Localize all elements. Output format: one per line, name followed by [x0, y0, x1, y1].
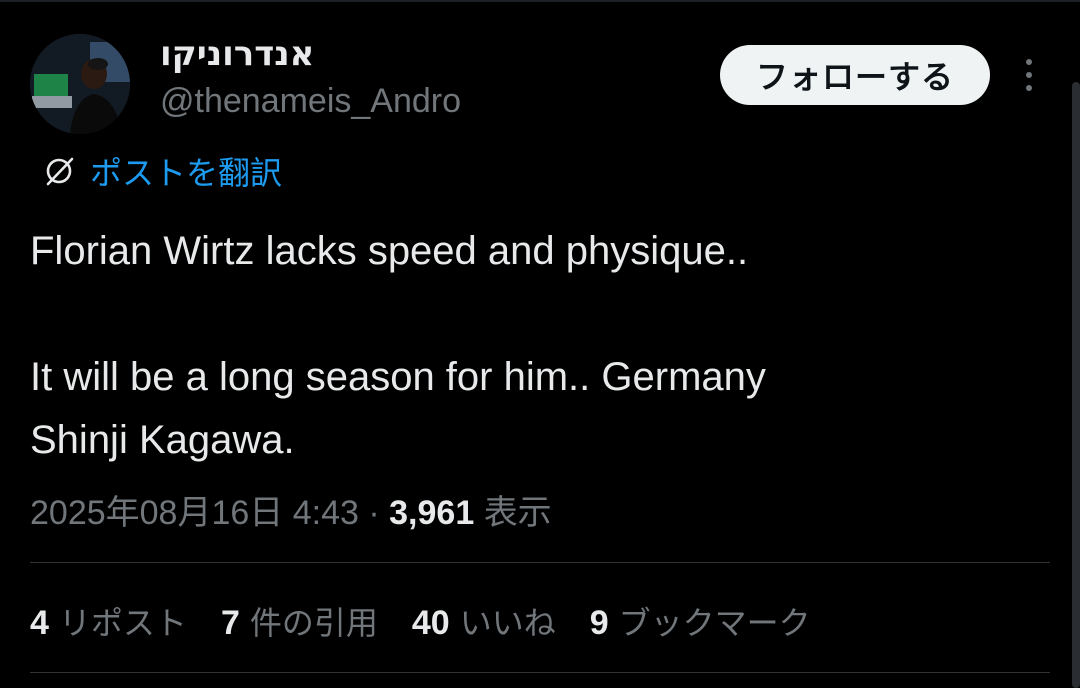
stat-bookmarks[interactable]: 9 ブックマーク	[590, 598, 811, 644]
timestamp[interactable]: 2025年08月16日 4:43	[30, 494, 359, 532]
stat-label: ブックマーク	[618, 604, 811, 642]
avatar[interactable]	[30, 34, 130, 134]
divider	[30, 562, 1050, 563]
engagement-stats: 4 リポスト 7 件の引用 40 いいね 9 ブックマーク	[30, 598, 845, 644]
stat-quotes[interactable]: 7 件の引用	[221, 598, 378, 644]
stat-reposts[interactable]: 4 リポスト	[30, 598, 187, 644]
follow-button[interactable]: フォローする	[720, 45, 990, 105]
user-handle[interactable]: @thenameis_Andro	[160, 82, 461, 121]
stat-label: リポスト	[58, 604, 187, 642]
views-count: 3,961	[389, 494, 475, 532]
stat-count: 4	[30, 604, 49, 642]
stat-count: 7	[220, 604, 240, 642]
stat-likes[interactable]: 40 いいね	[412, 598, 556, 644]
scrollbar[interactable]	[1072, 82, 1080, 688]
globe-slash-icon	[46, 157, 74, 186]
stat-count: 9	[589, 604, 609, 642]
meta-separator: ·	[368, 494, 380, 532]
display-name[interactable]: אנדרוניקו	[160, 34, 314, 74]
tweet-meta: 2025年08月16日 4:43 · 3,961 表示	[30, 485, 552, 534]
tweet-text: Florian Wirtz lacks speed and physique..…	[30, 229, 766, 462]
divider	[30, 672, 1050, 673]
stat-count: 40	[411, 604, 450, 642]
translate-post-link[interactable]: ポストを翻訳	[42, 148, 282, 194]
views-label: 表示	[483, 494, 552, 532]
stat-label: いいね	[459, 604, 556, 642]
avatar-image	[30, 34, 130, 134]
translate-label: ポストを翻訳	[90, 154, 283, 192]
top-divider	[0, 0, 1080, 2]
more-options-icon[interactable]	[1014, 55, 1044, 95]
stat-label: 件の引用	[249, 604, 378, 642]
